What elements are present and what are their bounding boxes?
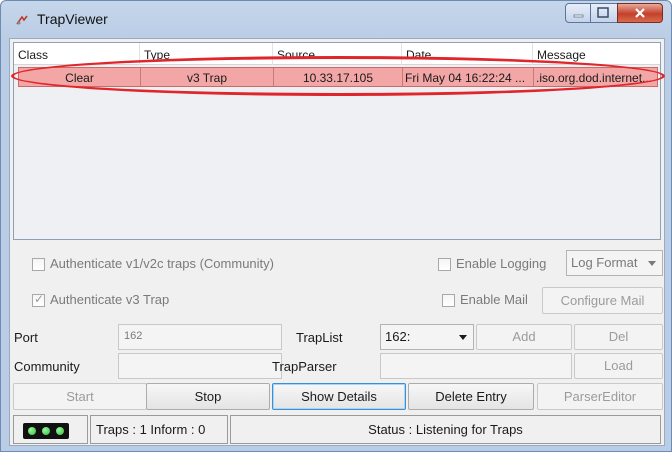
column-header-type[interactable]: Type <box>140 43 273 65</box>
window-controls <box>565 3 663 23</box>
chevron-down-icon <box>648 261 656 266</box>
community-field[interactable] <box>118 353 282 379</box>
parser-editor-button[interactable]: ParserEditor <box>537 383 663 410</box>
load-button[interactable]: Load <box>574 353 663 379</box>
configure-mail-button[interactable]: Configure Mail <box>542 287 663 314</box>
column-header-class[interactable]: Class <box>14 43 140 65</box>
led-indicator <box>23 423 69 439</box>
minimize-icon <box>573 14 584 18</box>
start-button[interactable]: Start <box>13 383 147 410</box>
trapparser-field[interactable] <box>380 353 572 379</box>
traplist-label: TrapList <box>296 330 343 345</box>
minimize-button[interactable] <box>565 3 591 23</box>
trap-counts: Traps : 1 Inform : 0 <box>90 415 228 444</box>
status-indicator-box <box>13 415 88 444</box>
led-icon <box>28 427 36 435</box>
auth-v3-label: Authenticate v3 Trap <box>50 292 170 307</box>
trapviewer-window: TrapViewer Class Type Source Date Messag… <box>0 0 672 452</box>
status-message: Status : Listening for Traps <box>230 415 661 444</box>
column-header-date[interactable]: Date <box>402 43 533 65</box>
stop-button[interactable]: Stop <box>146 383 270 410</box>
delete-entry-button[interactable]: Delete Entry <box>408 383 534 410</box>
log-format-value: Log Format <box>571 255 638 270</box>
auth-v3-checkbox[interactable] <box>32 292 45 307</box>
led-icon <box>42 427 50 435</box>
status-bar: Traps : 1 Inform : 0 Status : Listening … <box>13 415 661 444</box>
close-button[interactable] <box>617 3 663 23</box>
port-field[interactable]: 162 <box>118 324 282 350</box>
enable-mail-label: Enable Mail <box>460 292 528 307</box>
auth-v1v2c-label: Authenticate v1/v2c traps (Community) <box>50 256 274 271</box>
chevron-down-icon <box>459 335 467 340</box>
column-header-source[interactable]: Source <box>273 43 402 65</box>
traplist-value: 162: <box>385 329 411 344</box>
enable-logging-checkbox[interactable] <box>438 258 451 271</box>
enable-logging-label: Enable Logging <box>456 256 547 271</box>
led-icon <box>56 427 64 435</box>
title-bar[interactable]: TrapViewer <box>1 1 671 37</box>
add-button[interactable]: Add <box>476 324 572 350</box>
column-header-message[interactable]: Message <box>533 43 660 65</box>
client-area: Class Type Source Date Message Clear v3 … <box>9 38 665 446</box>
cell-date: Fri May 04 16:22:24 ... <box>403 68 534 86</box>
cell-class: Clear <box>19 68 141 86</box>
trap-table[interactable]: Class Type Source Date Message Clear v3 … <box>11 42 665 240</box>
del-button[interactable]: Del <box>574 324 663 350</box>
maximize-icon <box>597 7 609 18</box>
cell-source: 10.33.17.105 <box>274 68 403 86</box>
cell-type: v3 Trap <box>141 68 274 86</box>
maximize-button[interactable] <box>591 3 617 23</box>
show-details-button[interactable]: Show Details <box>272 383 406 410</box>
port-label: Port <box>14 330 38 345</box>
traplist-select[interactable]: 162: <box>380 324 474 350</box>
enable-mail-checkbox[interactable] <box>442 294 455 307</box>
table-header: Class Type Source Date Message <box>14 43 660 65</box>
window-title: TrapViewer <box>37 11 108 27</box>
close-icon <box>635 8 645 18</box>
auth-v1v2c-checkbox[interactable] <box>32 258 45 271</box>
log-format-select[interactable]: Log Format <box>566 250 663 276</box>
table-row[interactable]: Clear v3 Trap 10.33.17.105 Fri May 04 16… <box>18 67 658 87</box>
community-label: Community <box>14 359 80 374</box>
cell-message: .iso.org.dod.internet... <box>536 71 653 85</box>
trapparser-label: TrapParser <box>272 359 337 374</box>
app-icon <box>16 15 28 25</box>
